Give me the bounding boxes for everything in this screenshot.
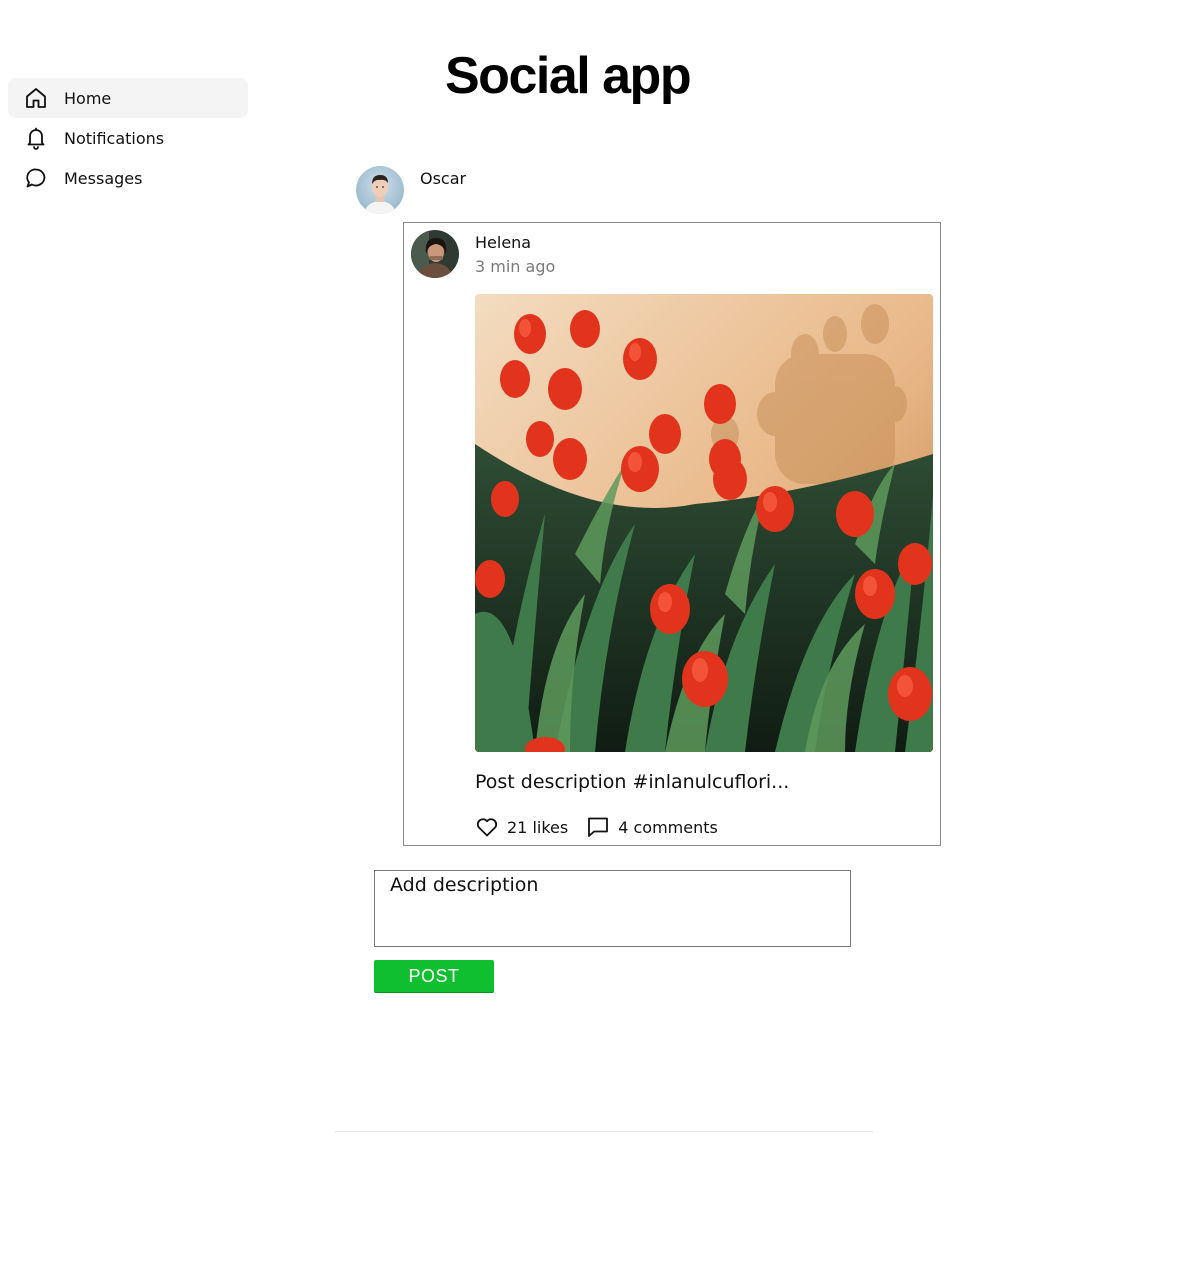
comments-count: 4 comments xyxy=(618,817,718,837)
post-username[interactable]: Helena xyxy=(475,233,531,252)
avatar[interactable] xyxy=(356,166,404,214)
sidebar-item-notifications[interactable]: Notifications xyxy=(8,118,248,158)
post-button[interactable]: POST xyxy=(374,960,494,992)
post-description: Post description #inlanulcuflori... xyxy=(475,771,790,793)
author-name[interactable]: Oscar xyxy=(420,169,466,188)
sidebar-item-messages[interactable]: Messages xyxy=(8,158,248,198)
author-row: Oscar xyxy=(356,166,466,214)
comment-icon xyxy=(586,815,610,839)
likes-count: 21 likes xyxy=(507,817,569,837)
sidebar-item-home[interactable]: Home xyxy=(8,78,248,118)
home-icon xyxy=(24,86,48,110)
sidebar-item-label: Notifications xyxy=(64,128,165,148)
post-timestamp: 3 min ago xyxy=(475,257,556,276)
bell-icon xyxy=(24,126,48,150)
sidebar-item-label: Home xyxy=(64,88,112,108)
like-button[interactable]: 21 likes xyxy=(475,815,568,839)
post-actions: 21 likes 4 comments xyxy=(475,815,718,839)
post-card: Helena 3 min ago Post description #inlan… xyxy=(403,222,941,846)
description-input[interactable] xyxy=(374,870,851,947)
page-title: Social app xyxy=(445,47,692,105)
post-image[interactable] xyxy=(475,294,933,752)
divider xyxy=(335,1131,873,1132)
sidebar: Home Notifications Messages xyxy=(8,78,248,198)
sidebar-item-label: Messages xyxy=(64,168,143,188)
message-icon xyxy=(24,166,48,190)
heart-icon xyxy=(475,815,499,839)
avatar[interactable] xyxy=(411,230,459,278)
comments-button[interactable]: 4 comments xyxy=(586,815,718,839)
